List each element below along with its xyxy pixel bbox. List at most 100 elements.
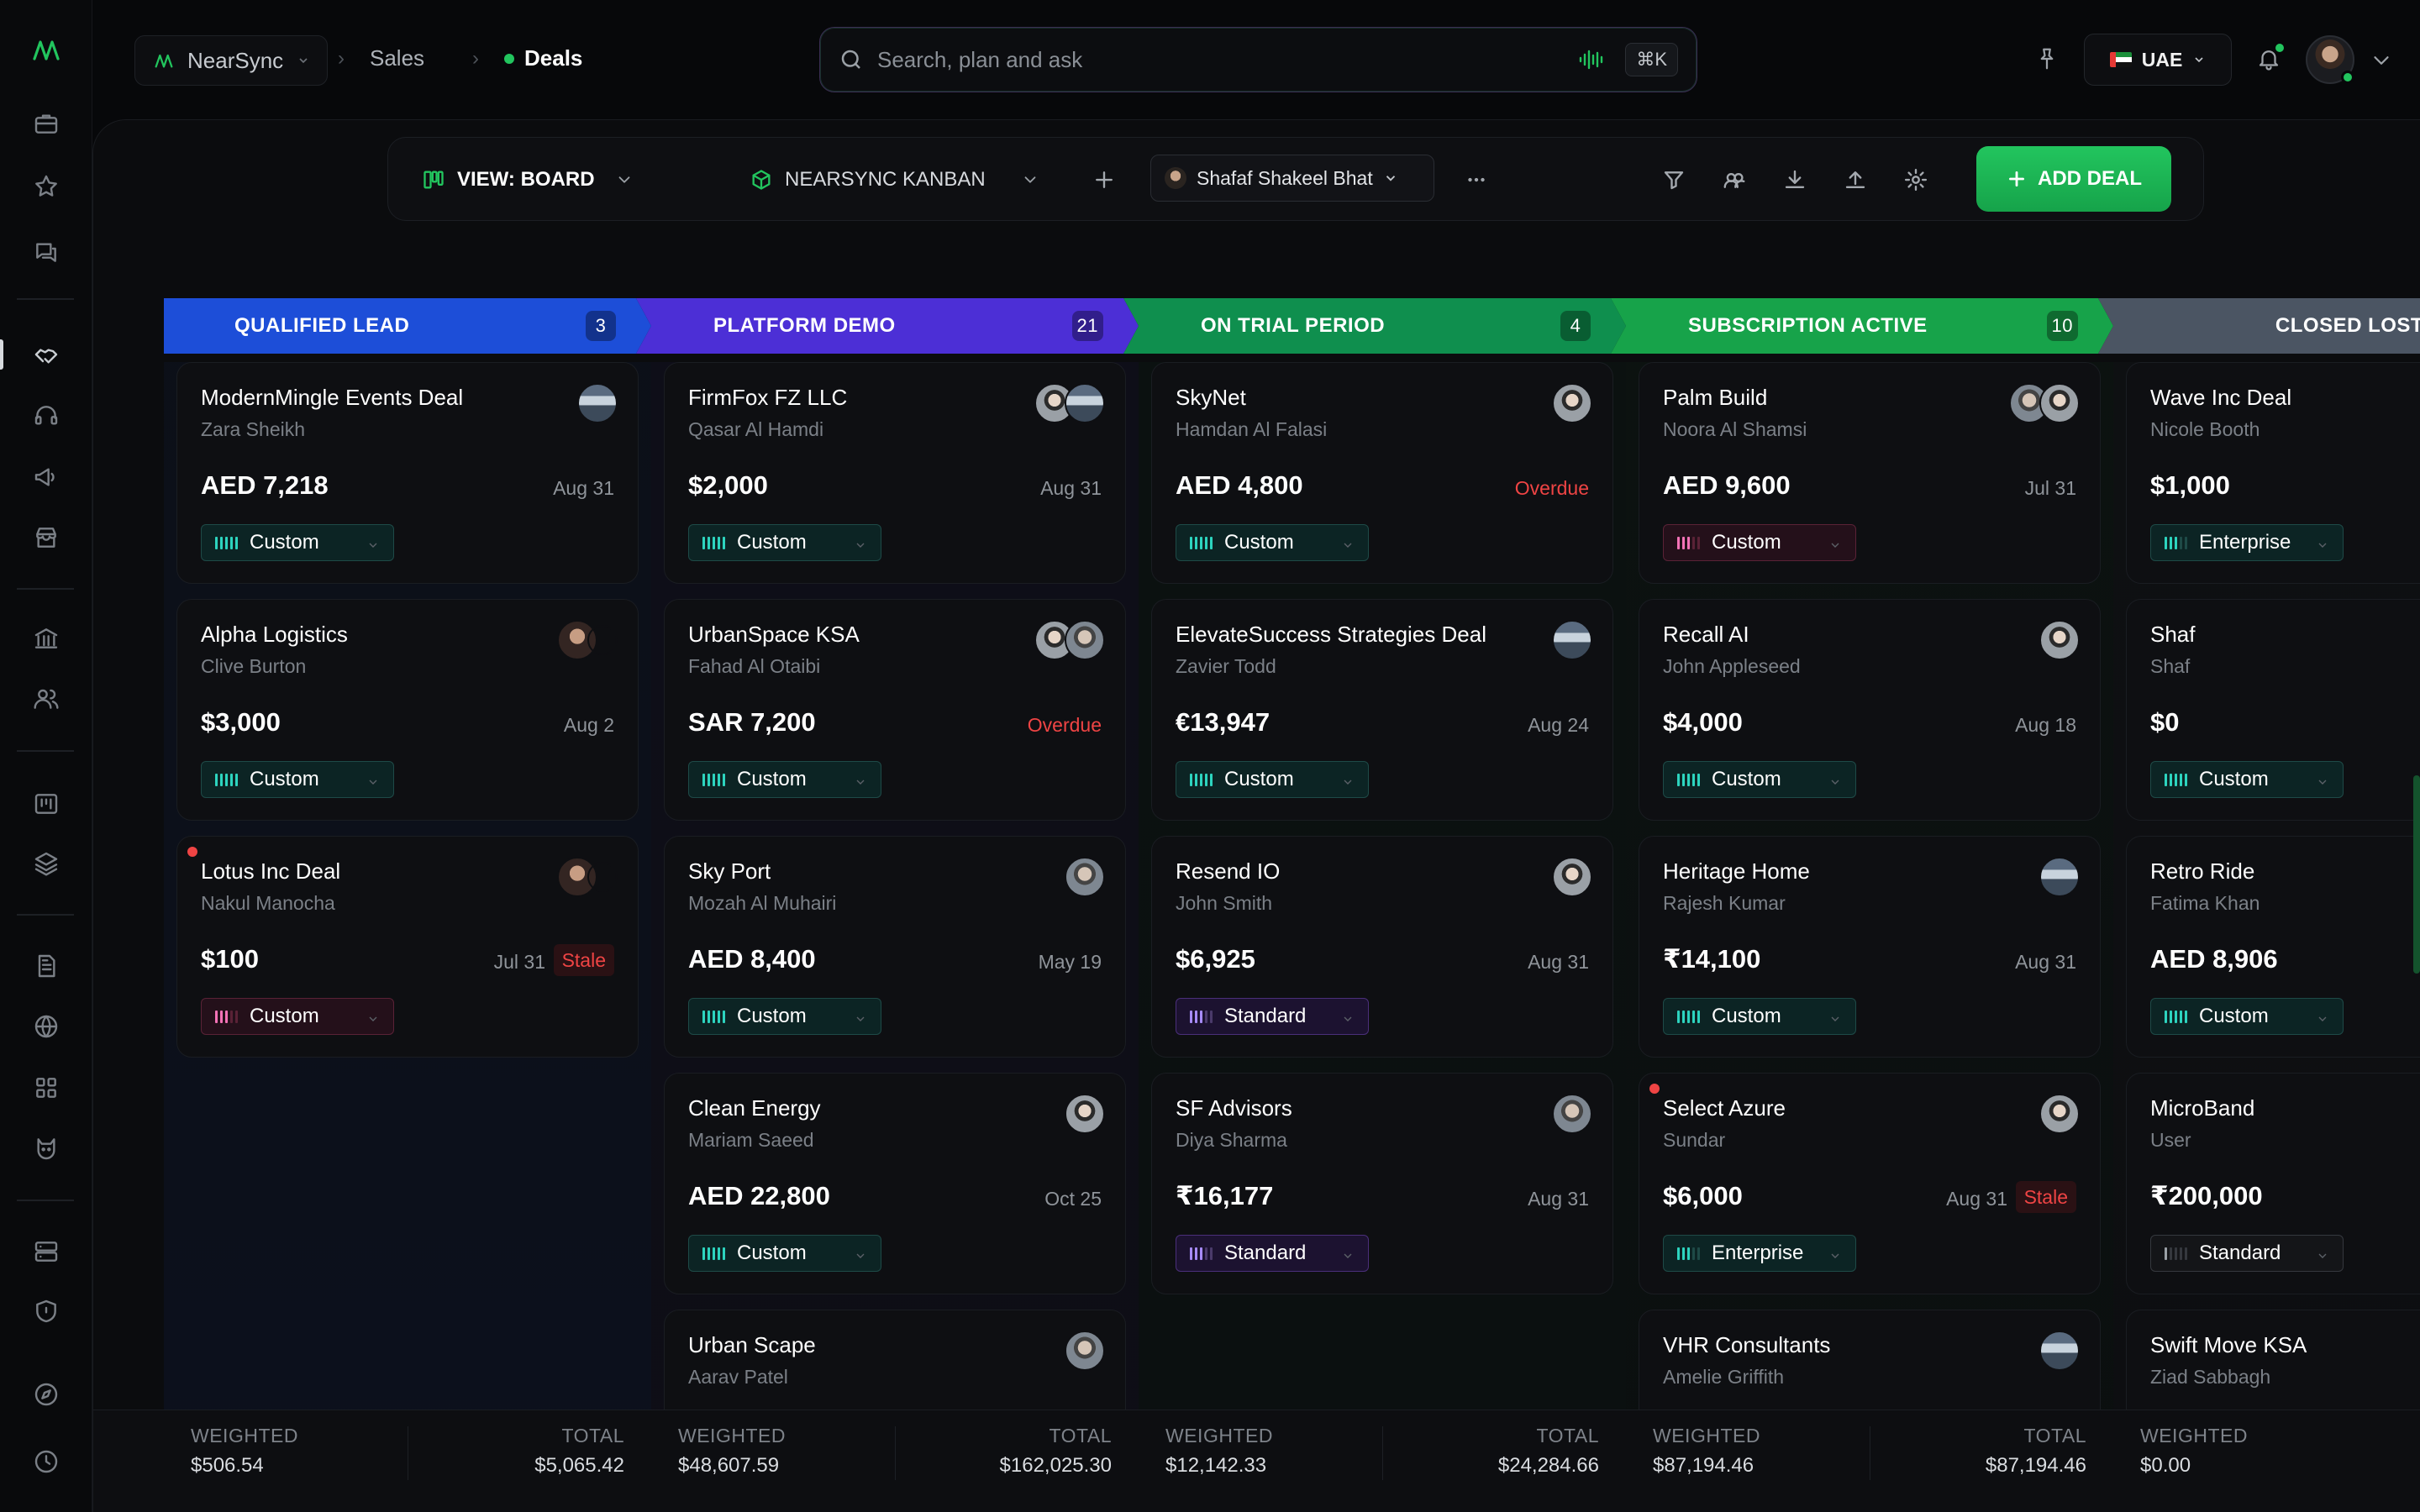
voice-waveform-icon[interactable]: [1578, 47, 1607, 72]
deal-card[interactable]: ModernMingle Events Deal Zara Sheikh AED 7…: [176, 362, 639, 584]
chevron-down-icon[interactable]: [2365, 44, 2398, 77]
plan-selector[interactable]: Custom: [688, 998, 881, 1035]
nearsync-logo-icon[interactable]: [32, 37, 60, 62]
workspace-switcher[interactable]: NearSync: [134, 35, 328, 86]
deal-title[interactable]: Clean Energy: [688, 1095, 821, 1121]
team-icon[interactable]: [1718, 163, 1751, 197]
filter-icon[interactable]: [1657, 163, 1691, 197]
deal-title[interactable]: Heritage Home: [1663, 858, 1810, 885]
deal-title[interactable]: SkyNet: [1176, 385, 1246, 411]
plan-selector[interactable]: Custom: [1176, 524, 1369, 561]
deal-title[interactable]: Swift Move KSA: [2150, 1332, 2307, 1358]
assignee-avatars[interactable]: [2039, 1094, 2080, 1134]
deal-title[interactable]: Palm Build: [1663, 385, 1767, 411]
plan-selector[interactable]: Custom: [688, 1235, 881, 1272]
board-icon[interactable]: [29, 787, 63, 821]
deal-card[interactable]: Lotus Inc Deal Nakul Manocha $100 Stale Jul …: [176, 836, 639, 1058]
deal-card[interactable]: Heritage Home Rajesh Kumar ₹14,100 Aug 31 Cu…: [1639, 836, 2101, 1058]
plan-selector[interactable]: Standard: [2150, 1235, 2344, 1272]
assignee-avatars[interactable]: [1552, 1094, 1592, 1134]
deal-title[interactable]: Wave Inc Deal: [2150, 385, 2291, 411]
deal-card[interactable]: Wave Inc Deal Nicole Booth $1,000 Enterpris…: [2126, 362, 2420, 584]
deal-title[interactable]: ElevateSuccess Strategies Deal: [1176, 622, 1486, 648]
briefcase-icon[interactable]: [29, 107, 63, 140]
chat-icon[interactable]: [29, 235, 63, 269]
server-icon[interactable]: [29, 1235, 63, 1268]
deal-card[interactable]: Alpha Logistics Clive Burton $3,000 Aug 2 Cu…: [176, 599, 639, 821]
deal-card[interactable]: FirmFox FZ LLC Qasar Al Hamdi $2,000 Aug 31…: [664, 362, 1126, 584]
plan-selector[interactable]: Custom: [2150, 761, 2344, 798]
assignee-avatars[interactable]: [2039, 857, 2080, 897]
deal-card[interactable]: UrbanSpace KSA Fahad Al Otaibi SAR 7,200 Ov…: [664, 599, 1126, 821]
assignee-avatars[interactable]: [2039, 1331, 2080, 1371]
plan-selector[interactable]: Custom: [1176, 761, 1369, 798]
deal-title[interactable]: Alpha Logistics: [201, 622, 348, 648]
plan-selector[interactable]: Custom: [1663, 761, 1856, 798]
stage-header-subscription-active[interactable]: SUBSCRIPTION ACTIVE 10: [1611, 298, 2113, 354]
deal-card[interactable]: Clean Energy Mariam Saeed AED 22,800 Oct 25…: [664, 1073, 1126, 1294]
assignee-avatars[interactable]: [1065, 857, 1105, 897]
deal-title[interactable]: Retro Ride: [2150, 858, 2254, 885]
search-input[interactable]: [877, 46, 1579, 73]
deal-card[interactable]: SF Advisors Diya Sharma ₹16,177 Aug 31 Stand…: [1151, 1073, 1613, 1294]
stage-header-on-trial-period[interactable]: ON TRIAL PERIOD 4: [1123, 298, 1626, 354]
clock-icon[interactable]: [29, 1445, 63, 1478]
add-deal-button[interactable]: ADD DEAL: [1976, 146, 2171, 212]
pin-icon[interactable]: [2030, 42, 2064, 76]
headset-icon[interactable]: [29, 399, 63, 433]
assignee-avatars[interactable]: [1552, 857, 1592, 897]
plan-selector[interactable]: Enterprise: [2150, 524, 2344, 561]
plan-selector[interactable]: Standard: [1176, 1235, 1369, 1272]
deal-title[interactable]: UrbanSpace KSA: [688, 622, 860, 648]
plan-selector[interactable]: Custom: [201, 761, 394, 798]
assignee-avatars[interactable]: [1552, 383, 1592, 423]
cat-mascot-icon[interactable]: [29, 1131, 63, 1165]
bell-icon[interactable]: [2252, 42, 2286, 76]
deal-card[interactable]: Recall AI John Appleseed $4,000 Aug 18 Custo…: [1639, 599, 2101, 821]
search-bar[interactable]: ⌘K: [819, 27, 1697, 92]
plan-selector[interactable]: Standard: [1176, 998, 1369, 1035]
user-avatar[interactable]: [2306, 35, 2354, 84]
assignee-avatars[interactable]: [2009, 383, 2080, 423]
assignee-avatars[interactable]: [1034, 620, 1105, 660]
breadcrumb-sales[interactable]: Sales: [370, 45, 424, 71]
shield-icon[interactable]: [29, 1294, 63, 1328]
deal-title[interactable]: Select Azure: [1663, 1095, 1786, 1121]
view-selector[interactable]: VIEW: BOARD: [422, 138, 634, 222]
upload-icon[interactable]: [1839, 163, 1872, 197]
stage-header-qualified-lead[interactable]: QUALIFIED LEAD 3: [164, 298, 651, 354]
bank-icon[interactable]: [29, 622, 63, 655]
plan-selector[interactable]: Custom: [1663, 524, 1856, 561]
deal-title[interactable]: Urban Scape: [688, 1332, 816, 1358]
deal-card[interactable]: SkyNet Hamdan Al Falasi AED 4,800 Overdue Cu…: [1151, 362, 1613, 584]
users-icon[interactable]: [29, 682, 63, 716]
deal-title[interactable]: Sky Port: [688, 858, 771, 885]
owner-filter-chip[interactable]: Shafaf Shakeel Bhat: [1150, 155, 1434, 202]
download-icon[interactable]: [1778, 163, 1812, 197]
layers-icon[interactable]: [29, 847, 63, 880]
assignee-avatars[interactable]: [1065, 1331, 1105, 1371]
region-selector[interactable]: UAE: [2084, 34, 2232, 86]
deal-card[interactable]: Select Azure Sundar $6,000 Stale Aug 31 Enter…: [1639, 1073, 2101, 1294]
megaphone-icon[interactable]: [29, 460, 63, 494]
globe-icon[interactable]: [29, 1010, 63, 1043]
deal-title[interactable]: ModernMingle Events Deal: [201, 385, 463, 411]
deal-card[interactable]: Palm Build Noora Al Shamsi AED 9,600 Jul 31…: [1639, 362, 2101, 584]
assignee-avatars[interactable]: [557, 620, 618, 660]
deal-title[interactable]: FirmFox FZ LLC: [688, 385, 847, 411]
deal-card[interactable]: Sky Port Mozah Al Muhairi AED 8,400 May 19 C…: [664, 836, 1126, 1058]
assignee-avatars[interactable]: [557, 857, 618, 897]
settings-gear-icon[interactable]: [1899, 163, 1933, 197]
deal-title[interactable]: VHR Consultants: [1663, 1332, 1830, 1358]
storefront-icon[interactable]: [29, 521, 63, 554]
deal-title[interactable]: Recall AI: [1663, 622, 1749, 648]
stage-header-platform-demo[interactable]: PLATFORM DEMO 21: [636, 298, 1139, 354]
plan-selector[interactable]: Custom: [201, 998, 394, 1035]
deal-card[interactable]: ElevateSuccess Strategies Deal Zavier Tod…: [1151, 599, 1613, 821]
plan-selector[interactable]: Custom: [688, 761, 881, 798]
deal-title[interactable]: Shaf: [2150, 622, 2196, 648]
star-icon[interactable]: [29, 170, 63, 203]
deal-card[interactable]: MicroBand User ₹200,000 Standard: [2126, 1073, 2420, 1294]
scrollbar-thumb[interactable]: [2413, 775, 2420, 974]
document-icon[interactable]: [29, 949, 63, 983]
